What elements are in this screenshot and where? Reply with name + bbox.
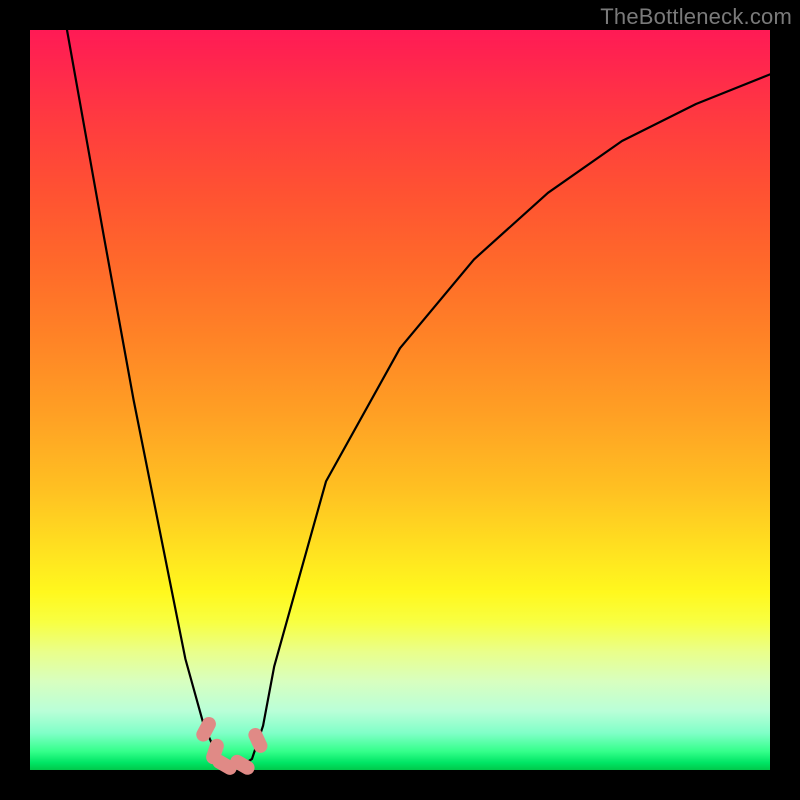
curve-line bbox=[67, 30, 770, 766]
watermark-label: TheBottleneck.com bbox=[600, 4, 792, 30]
highlight-markers bbox=[194, 715, 270, 778]
chart-svg bbox=[30, 30, 770, 770]
curve-path bbox=[67, 30, 770, 766]
chart-canvas: TheBottleneck.com bbox=[0, 0, 800, 800]
plot-area bbox=[30, 30, 770, 770]
marker-point-4 bbox=[246, 726, 270, 755]
